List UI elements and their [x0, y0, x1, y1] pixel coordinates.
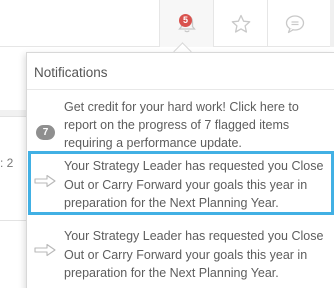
- chat-icon: [284, 13, 306, 35]
- notification-count-badge: 5: [179, 14, 192, 27]
- favorites-button[interactable]: [213, 0, 267, 47]
- notifications-button[interactable]: 5: [159, 0, 213, 47]
- notification-text: Get credit for your hard work! Click her…: [64, 100, 299, 150]
- background-divider: [0, 220, 26, 221]
- arrow-right-icon: [33, 174, 57, 193]
- top-header: 5: [0, 0, 334, 47]
- background-cut-text: r: 2: [0, 156, 14, 170]
- divider: [27, 89, 334, 90]
- dropdown-title: Notifications: [34, 65, 108, 80]
- messages-button[interactable]: [267, 0, 321, 47]
- header-edge: [330, 0, 334, 47]
- star-icon: [230, 13, 252, 35]
- notification-text: Your Strategy Leader has requested you C…: [64, 229, 324, 280]
- notification-text: Your Strategy Leader has requested you C…: [64, 159, 324, 210]
- notifications-dropdown: Notifications 7 Get credit for your hard…: [26, 52, 334, 288]
- notification-item[interactable]: Your Strategy Leader has requested you C…: [27, 219, 333, 288]
- notification-item-highlighted[interactable]: Your Strategy Leader has requested you C…: [28, 151, 334, 215]
- background-divider: [0, 116, 26, 117]
- arrow-right-icon: [33, 243, 57, 262]
- flagged-count-badge: 7: [36, 125, 55, 140]
